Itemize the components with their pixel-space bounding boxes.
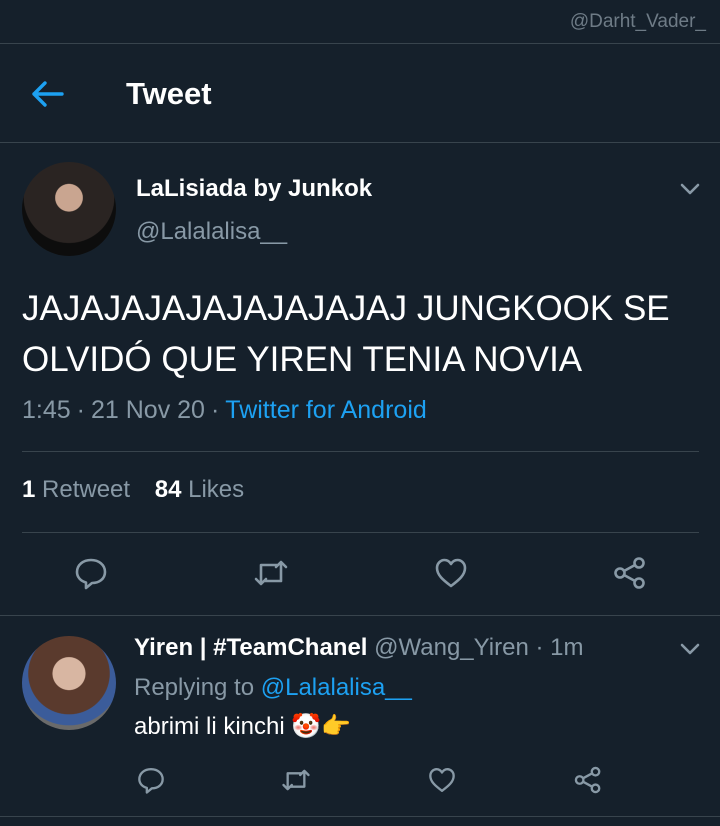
reply-button[interactable]	[73, 555, 109, 591]
reply-avatar[interactable]	[22, 636, 116, 730]
like-icon	[429, 768, 455, 792]
reply-share-button[interactable]	[573, 765, 603, 795]
back-button[interactable]	[30, 78, 66, 110]
divider	[22, 451, 699, 452]
divider	[0, 142, 720, 143]
retweets-stat[interactable]: 1 Retweet	[22, 476, 130, 503]
tweet-text: JAJAJAJAJAJAJAJAJAJ JUNGKOOK SE OLVIDÓ Q…	[22, 289, 670, 379]
divider	[0, 816, 720, 817]
tweet-stats: 1 Retweet 84 Likes	[22, 476, 244, 504]
author-name[interactable]: LaLisiada by Junkok	[136, 175, 372, 203]
reply-header: Yiren | #TeamChanel @Wang_Yiren · 1m	[134, 634, 583, 662]
tweet-time: 1:45	[22, 396, 71, 424]
chevron-down-icon	[680, 183, 700, 195]
divider	[0, 615, 720, 616]
reply-icon	[138, 768, 164, 794]
avatar[interactable]	[22, 162, 116, 256]
back-arrow-icon	[32, 81, 64, 107]
reply-time: 1m	[550, 634, 584, 661]
divider	[22, 532, 699, 533]
likes-count: 84	[154, 476, 182, 503]
tweet-source-link[interactable]: Twitter for Android	[225, 396, 426, 424]
like-icon	[435, 558, 467, 588]
reply-author-handle[interactable]: @Wang_Yiren	[374, 634, 529, 661]
retweet-icon	[282, 769, 310, 791]
reply-icon	[75, 558, 107, 590]
retweets-label: Retweet	[42, 476, 131, 503]
watermark: @Darht_Vader_	[569, 11, 706, 32]
retweet-icon	[254, 560, 288, 586]
tweet-meta: 1:45 · 21 Nov 20 · Twitter for Android	[22, 396, 427, 425]
likes-stat[interactable]: 84 Likes	[155, 476, 244, 503]
share-icon	[614, 557, 645, 589]
reply-separator: ·	[535, 634, 544, 661]
app-header: Tweet	[0, 44, 720, 142]
reply-text: abrimi li kinchi 🤡👉	[134, 713, 352, 740]
reply-retweet-button[interactable]	[281, 765, 311, 795]
replying-to-line: Replying to @Lalalalisa__	[134, 674, 412, 702]
retweet-button[interactable]	[253, 555, 289, 591]
tweet-menu-button[interactable]	[678, 177, 702, 201]
chevron-down-icon	[680, 643, 700, 655]
share-button[interactable]	[612, 555, 648, 591]
likes-label: Likes	[188, 476, 245, 503]
meta-separator: ·	[76, 396, 85, 424]
meta-separator: ·	[210, 396, 220, 424]
retweets-count: 1	[22, 476, 36, 503]
author-handle[interactable]: @Lalalalisa__	[136, 218, 287, 246]
replying-to-handle[interactable]: @Lalalalisa__	[261, 674, 412, 701]
replying-label: Replying to	[134, 674, 255, 701]
like-button[interactable]	[433, 555, 469, 591]
reply-reply-button[interactable]	[136, 765, 166, 795]
share-icon	[574, 766, 601, 794]
reply-author-name[interactable]: Yiren | #TeamChanel	[134, 634, 367, 661]
tweet-date: 21 Nov 20	[91, 396, 205, 424]
reply-menu-button[interactable]	[678, 637, 702, 661]
reply-like-button[interactable]	[427, 765, 457, 795]
page-title: Tweet	[126, 76, 212, 111]
status-area: @Darht_Vader_	[0, 0, 720, 44]
